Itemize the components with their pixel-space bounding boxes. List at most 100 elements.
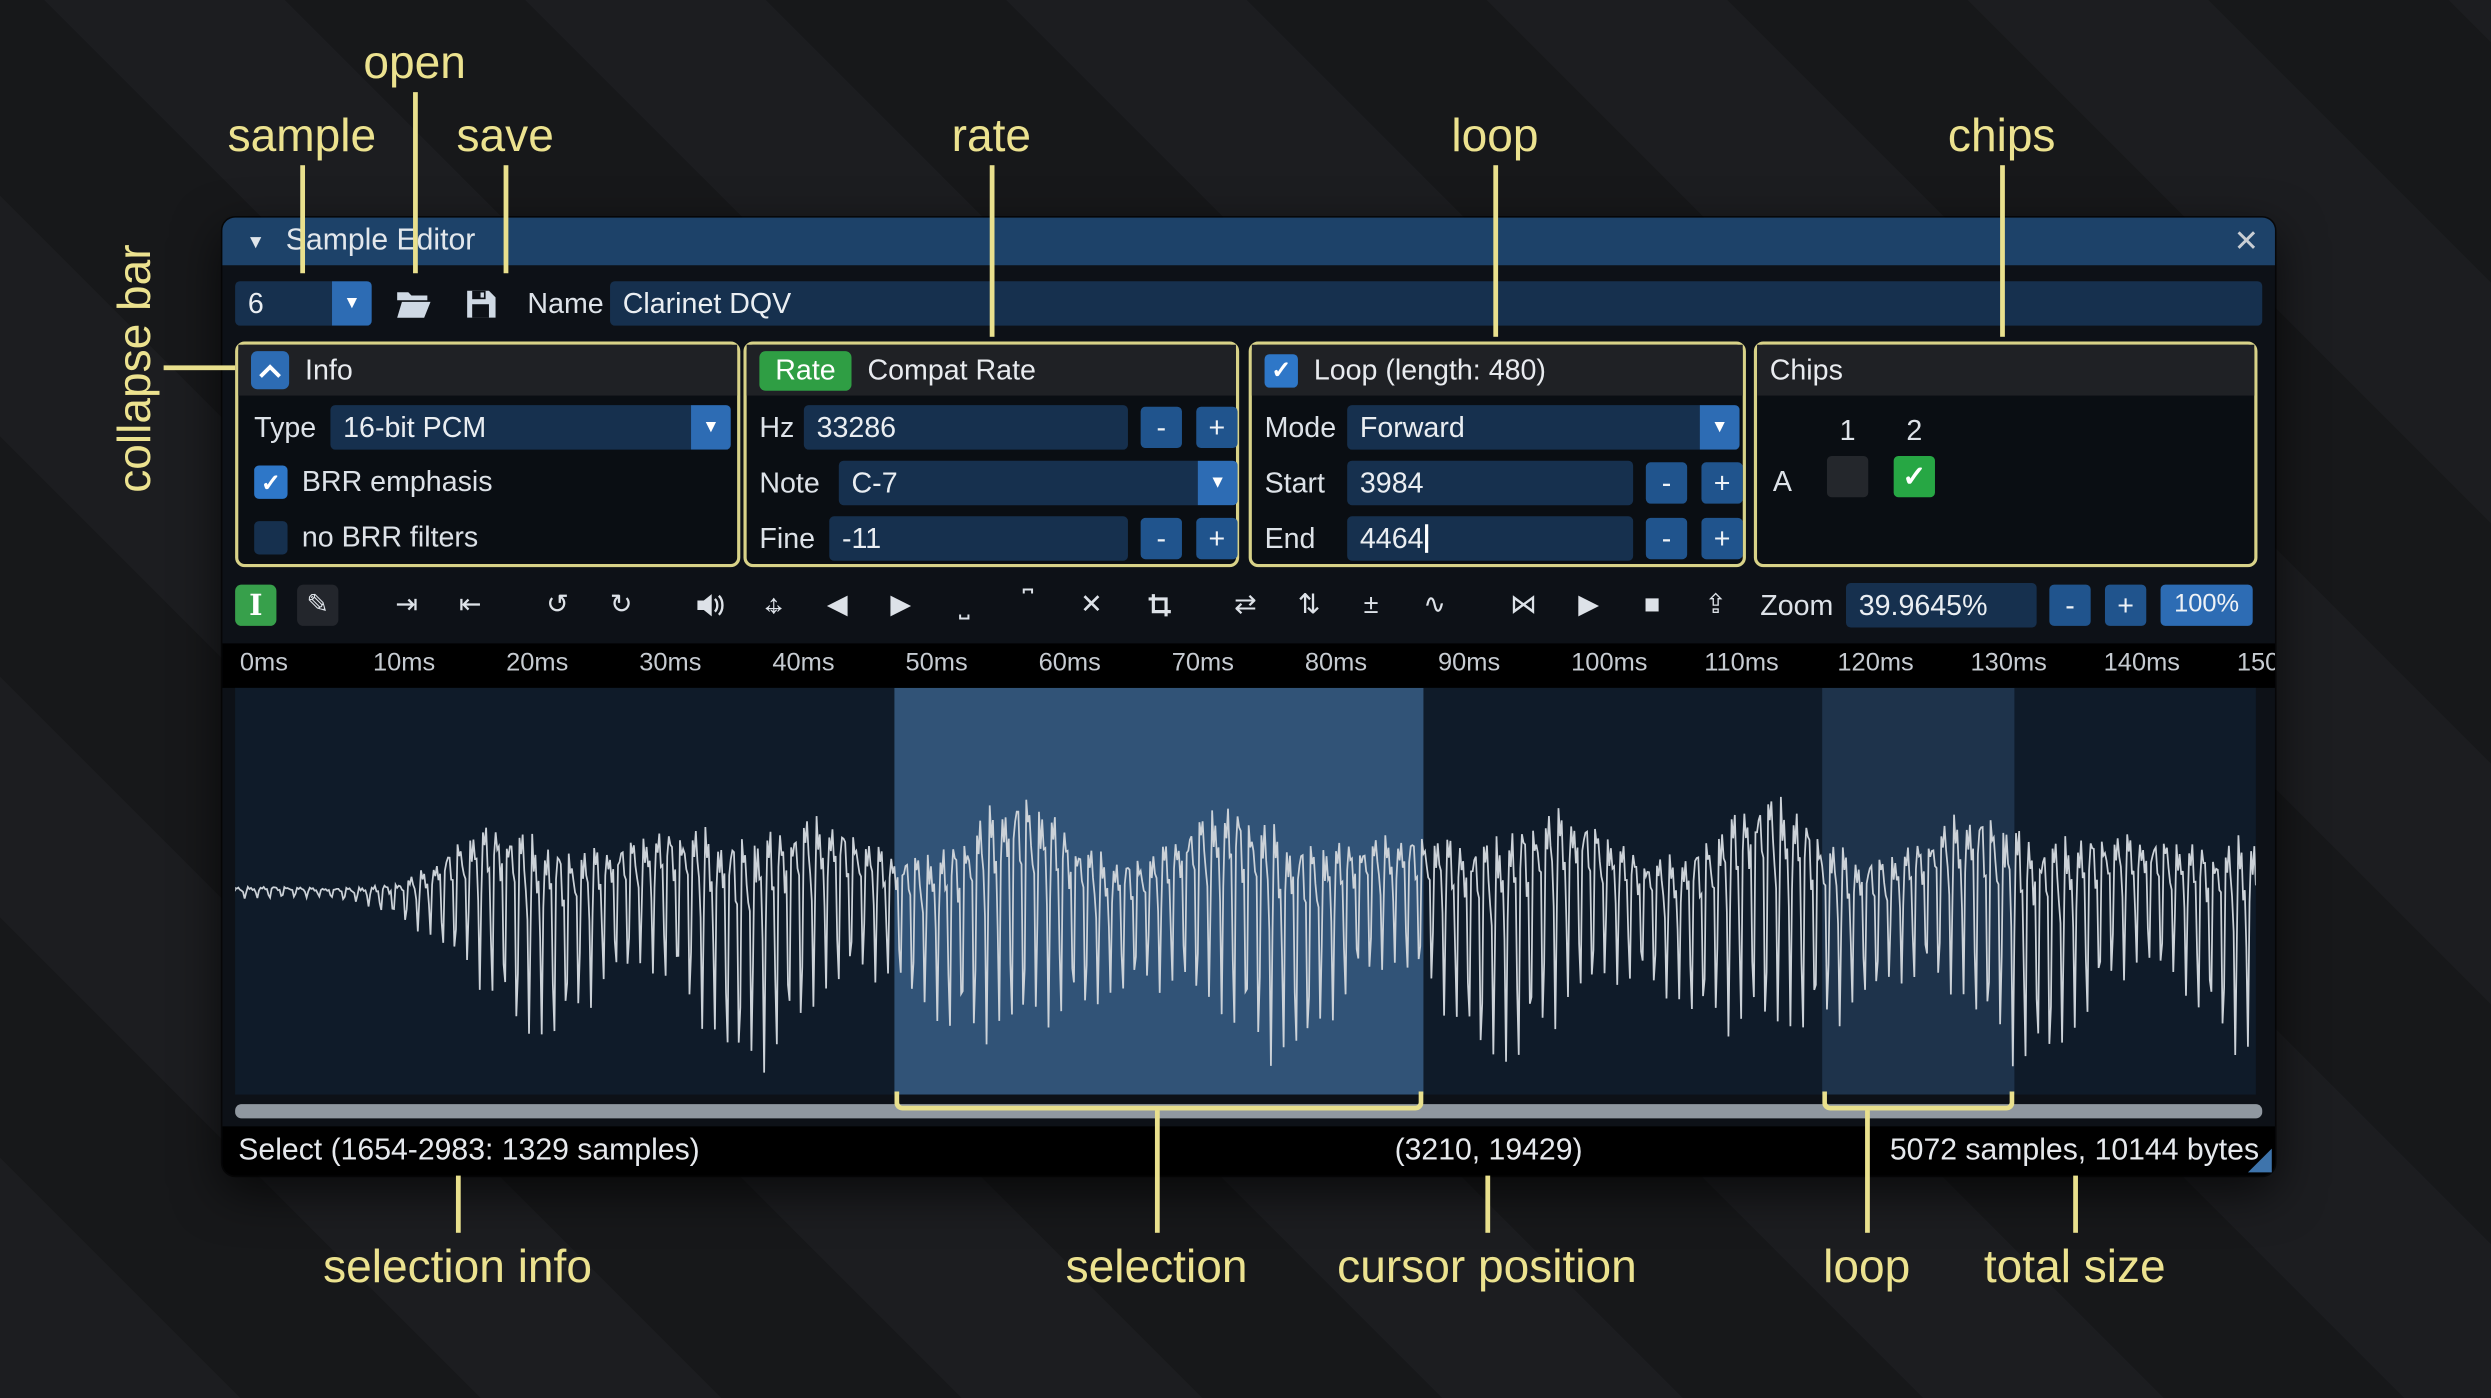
horizontal-scrollbar[interactable] [235,1104,2263,1119]
loop-start-increment-button[interactable]: + [1701,462,1743,504]
loop-section: ✓ Loop (length: 480) Mode Forward ▼ Star… [1248,341,1746,568]
insert-silence-button[interactable]: ⎵ [944,585,985,626]
zoom-out-button[interactable]: - [2049,584,2091,626]
normalize-button[interactable]: ↔ ↕ [753,585,794,626]
filter-button[interactable]: ∿ [1414,585,1455,626]
save-button[interactable] [458,281,502,325]
chevron-down-icon[interactable]: ▼ [1699,405,1740,450]
ruler-label: 40ms [772,649,835,677]
trim-button[interactable] [1139,585,1180,626]
create-instrument-button[interactable]: ⇪ [1695,585,1736,626]
waveform-view[interactable] [235,687,2256,1095]
info-header[interactable]: Info [238,344,738,396]
resample-button[interactable]: ⇤ [450,585,491,626]
title-bar[interactable]: ▼ Sample Editor ✕ [222,217,2275,266]
fade-out-button[interactable]: ▶ [880,585,921,626]
info-header-label: Info [305,353,353,386]
loop-start-input[interactable]: 3984 [1347,460,1634,506]
window-collapse-icon[interactable]: ▼ [246,230,265,252]
amplify-button[interactable] [689,585,730,626]
loop-header: ✓ Loop (length: 480) [1251,344,1743,396]
ruler-label: 80ms [1304,649,1368,677]
annotation-line-total-size [2072,1175,2078,1233]
invert-button[interactable]: ⇅ [1288,585,1329,626]
collapse-bar-button[interactable] [251,351,290,390]
window-title: Sample Editor [285,223,476,258]
stop-preview-button[interactable]: ■ [1632,585,1673,626]
annotation-selection: selection [1065,1242,1248,1294]
timeline-ruler[interactable]: 0ms 10ms 20ms 30ms 40ms 50ms 60ms 70ms 80ms 90ms 1… [222,643,2275,688]
no-brr-filters-label: no BRR filters [301,521,479,553]
rate-section: Rate Compat Rate Hz 33286 - + Note C-7 ▼… [743,341,1240,568]
sample-selector[interactable]: 6 ▼ [235,281,372,326]
annotation-sample: sample [227,111,377,163]
selection-info-text: Select (1654-2983: 1329 samples) [238,1134,700,1168]
chevron-up-icon [259,363,281,378]
fine-increment-button[interactable]: + [1196,517,1238,560]
loop-mode-select[interactable]: Forward ▼ [1347,405,1740,450]
open-button[interactable] [391,281,435,325]
hz-decrement-button[interactable]: - [1140,406,1182,448]
annotation-cursor-position: cursor position [1337,1242,1637,1294]
no-brr-filters-checkbox[interactable]: ✓ [254,521,288,555]
name-label: Name [527,287,604,320]
floppy-disk-icon [466,290,495,317]
loop-end-increment-button[interactable]: + [1701,517,1743,560]
undo-button[interactable]: ↺ [537,585,578,626]
select-tool-button[interactable]: I [235,584,277,626]
draw-tool-button[interactable]: ✎ [297,584,339,626]
chips-section: Chips 1 2 A ✓ ✓ [1753,341,2258,568]
rate-header: Rate Compat Rate [746,344,1236,396]
annotation-loop: loop [1451,111,1539,163]
zoom-in-button[interactable]: + [2104,584,2147,626]
apply-silence-button[interactable]: ⎴ [1007,585,1048,626]
chevron-down-icon[interactable]: ▼ [691,405,731,450]
close-icon[interactable]: ✕ [2234,218,2259,266]
delete-button[interactable]: ✕ [1071,585,1112,626]
ruler-label: 50ms [905,649,968,677]
resize-grip[interactable] [2247,1148,2272,1173]
loop-checkbox[interactable]: ✓ [1264,353,1298,387]
chips-header-label: Chips [1769,353,1843,386]
fine-decrement-button[interactable]: - [1140,517,1182,560]
chips-header: Chips [1757,344,2255,396]
loop-end-decrement-button[interactable]: - [1645,517,1688,560]
ruler-label: 140ms [2103,649,2180,677]
loop-end-input[interactable]: 4464 [1347,516,1634,561]
fine-input[interactable]: -11 [829,516,1128,561]
chip-column-1: 1 [1839,414,1856,447]
sample-selector-value: 6 [247,287,264,320]
crossfade-loop-button[interactable]: ⋈ [1503,585,1544,626]
hz-label: Hz [759,411,795,444]
zoom-reset-button[interactable]: 100% [2160,584,2253,626]
chip-column-2: 2 [1906,414,1923,447]
check-icon: ✓ [1271,357,1292,385]
brr-emphasis-checkbox[interactable]: ✓ [254,465,288,499]
loop-start-decrement-button[interactable]: - [1645,462,1688,504]
note-select[interactable]: C-7 ▼ [838,460,1238,506]
ruler-label: 10ms [373,649,436,677]
zoom-input[interactable]: 39.9645% [1846,583,2037,628]
rate-header-label: Compat Rate [867,353,1036,386]
ruler-label: 150ms [2236,649,2275,677]
status-bar: Select (1654-2983: 1329 samples) (3210, … [222,1126,2275,1176]
hz-input[interactable]: 33286 [803,405,1128,450]
hz-increment-button[interactable]: + [1196,406,1238,448]
name-input[interactable]: Clarinet DQV [610,281,2263,326]
chevron-down-icon[interactable]: ▼ [1197,460,1238,506]
preview-button[interactable]: ▶ [1568,585,1609,626]
reverse-button[interactable]: ⇄ [1225,585,1266,626]
fade-in-button[interactable]: ◀ [817,585,858,626]
check-icon: ✓ [1902,459,1927,492]
chip-a1-checkbox[interactable]: ✓ [1826,455,1869,498]
redo-button[interactable]: ↻ [601,585,642,626]
chip-a2-checkbox[interactable]: ✓ [1893,455,1935,498]
resize-button[interactable]: ⇥ [386,585,427,626]
fine-label: Fine [759,522,816,555]
loop-header-label: Loop (length: 480) [1313,353,1546,386]
rate-button[interactable]: Rate [759,350,852,391]
chevron-down-icon[interactable]: ▼ [332,281,372,326]
type-select[interactable]: 16-bit PCM ▼ [330,405,731,450]
convert-signedness-button[interactable]: ± [1350,585,1391,626]
loop-start-label: Start [1264,467,1325,499]
